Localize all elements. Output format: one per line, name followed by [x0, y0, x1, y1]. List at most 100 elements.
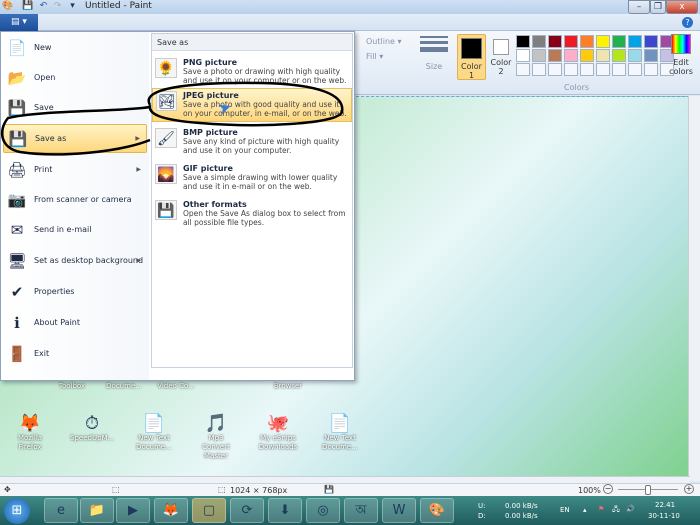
- redo-icon[interactable]: ↷: [52, 1, 63, 12]
- palette-color-swatch[interactable]: [644, 35, 658, 48]
- palette-color-swatch[interactable]: [516, 49, 530, 62]
- palette-color-swatch[interactable]: [644, 49, 658, 62]
- file-menu-item-print[interactable]: 🖨 Print ▶: [3, 155, 147, 184]
- file-menu-item-save[interactable]: 💾 Save: [3, 93, 147, 122]
- custom-color-slot[interactable]: [564, 63, 578, 76]
- show-hidden-icons[interactable]: ▴: [583, 506, 587, 514]
- palette-color-swatch[interactable]: [628, 35, 642, 48]
- menu-item-label: Set as desktop background: [34, 256, 144, 265]
- custom-color-slot[interactable]: [548, 63, 562, 76]
- desktop-icon[interactable]: 🎵 Mp3 Convert Master: [194, 413, 242, 461]
- custom-color-slot[interactable]: [596, 63, 610, 76]
- close-button[interactable]: x: [666, 0, 698, 14]
- desktop-icon[interactable]: 📄 New Text Docume...: [318, 413, 366, 461]
- clock-time[interactable]: 22.41: [655, 501, 675, 509]
- open-icon: 📂: [7, 68, 27, 87]
- edit-colors-label: Edit colors: [669, 58, 693, 76]
- palette-color-swatch[interactable]: [612, 49, 626, 62]
- edit-colors-button[interactable]: Edit colors: [665, 34, 697, 76]
- palette-color-swatch[interactable]: [532, 35, 546, 48]
- custom-color-slot[interactable]: [532, 63, 546, 76]
- minimize-button[interactable]: –: [628, 0, 650, 14]
- palette-color-swatch[interactable]: [516, 35, 530, 48]
- file-menu-button[interactable]: ▤ ▾: [0, 14, 38, 31]
- save-as-option-other-formats[interactable]: 💾 Other formats Open the Save As dialog bo…: [152, 198, 352, 232]
- customize-quick-access-icon[interactable]: ▾: [67, 1, 78, 12]
- file-menu-item-exit[interactable]: 🚪 Exit: [3, 339, 147, 368]
- desktop-icon-label: Mozilla Firefox: [17, 434, 43, 451]
- zoom-in-button[interactable]: +: [684, 484, 694, 494]
- taskbar-app-button[interactable]: W: [382, 498, 416, 523]
- custom-color-slot[interactable]: [612, 63, 626, 76]
- quick-save-icon[interactable]: 💾: [22, 1, 33, 12]
- about-paint-icon: ℹ: [14, 313, 20, 332]
- desktop-icon[interactable]: 🦊 Mozilla Firefox: [8, 413, 56, 461]
- send-in-e-mail-icon: ✉: [10, 220, 24, 239]
- palette-color-swatch[interactable]: [564, 49, 578, 62]
- size-button[interactable]: Size: [420, 36, 448, 71]
- restore-button[interactable]: ❐: [650, 0, 666, 14]
- file-menu-item-save-as[interactable]: 💾 Save as ▶: [3, 124, 147, 153]
- menu-item-label: Open: [34, 73, 56, 82]
- taskbar-app-button[interactable]: ▢: [192, 498, 226, 523]
- language-indicator[interactable]: EN: [560, 506, 570, 514]
- file-menu-item-about-paint[interactable]: ℹ About Paint: [3, 308, 147, 337]
- taskbar-app-button[interactable]: ◎: [306, 498, 340, 523]
- custom-color-slot[interactable]: [628, 63, 642, 76]
- save-as-option-jpeg-picture[interactable]: 🏞 JPEG picture Save a photo with good qual…: [152, 88, 352, 122]
- exit-icon: 🚪: [7, 344, 27, 363]
- taskbar-app-button[interactable]: ▶: [116, 498, 150, 523]
- desktop-icon[interactable]: ⏱ SpeedUpM...: [70, 413, 118, 461]
- file-menu-item-from-scanner-or-camera[interactable]: 📷 From scanner or camera: [3, 185, 147, 214]
- save-as-option-bmp-picture[interactable]: 🖌 BMP picture Save any kind of picture wit…: [152, 126, 352, 160]
- palette-color-swatch[interactable]: [596, 35, 610, 48]
- save-as-option-gif-picture[interactable]: 🌄 GIF picture Save a simple drawing with l…: [152, 162, 352, 196]
- desktop-icon[interactable]: 📄 New Text Docume...: [132, 413, 180, 461]
- palette-color-swatch[interactable]: [532, 49, 546, 62]
- taskbar-app-button[interactable]: 🦊: [154, 498, 188, 523]
- file-menu-item-properties[interactable]: ✔ Properties: [3, 277, 147, 306]
- color1-button[interactable]: Color 1: [457, 34, 486, 80]
- file-menu-item-open[interactable]: 📂 Open: [3, 63, 147, 92]
- file-menu-item-new[interactable]: 📄 New: [3, 33, 147, 62]
- network-icon[interactable]: 🖧: [612, 505, 620, 516]
- taskbar-app-button[interactable]: অ: [344, 498, 378, 523]
- color2-button[interactable]: Color 2: [489, 34, 513, 80]
- file-menu-item-set-as-desktop-background[interactable]: 🖥 Set as desktop background ▶: [3, 246, 147, 275]
- desktop-icon-label: SpeedUpM...: [70, 434, 115, 442]
- png-pictureicon: 🌻: [155, 58, 177, 78]
- submenu-arrow-icon: ▶: [136, 166, 141, 173]
- palette-color-swatch[interactable]: [548, 49, 562, 62]
- taskbar-app-button[interactable]: 📁: [80, 498, 114, 523]
- undo-icon[interactable]: ↶: [38, 1, 49, 12]
- taskbar-app-button[interactable]: 🎨: [420, 498, 454, 523]
- zoom-out-button[interactable]: −: [603, 484, 613, 494]
- palette-color-swatch[interactable]: [596, 49, 610, 62]
- palette-color-swatch[interactable]: [628, 49, 642, 62]
- taskbar-app-button[interactable]: ⬇: [268, 498, 302, 523]
- save-as-option-png-picture[interactable]: 🌻 PNG picture Save a photo or drawing with…: [152, 56, 352, 90]
- help-icon[interactable]: ?: [682, 17, 693, 28]
- palette-color-swatch[interactable]: [612, 35, 626, 48]
- custom-color-slot[interactable]: [516, 63, 530, 76]
- from-scanner-or-camera-icon: 📷: [7, 190, 27, 209]
- palette-color-swatch[interactable]: [580, 49, 594, 62]
- fill-button[interactable]: Fill ▾: [366, 52, 383, 61]
- palette-color-swatch[interactable]: [580, 35, 594, 48]
- action-center-icon[interactable]: ⚑: [598, 505, 604, 513]
- paint-app-icon[interactable]: 🎨: [2, 1, 13, 12]
- outline-button[interactable]: Outline ▾: [366, 37, 402, 46]
- vertical-scrollbar[interactable]: [688, 96, 700, 481]
- start-button[interactable]: ⊞: [4, 498, 30, 524]
- custom-color-slot[interactable]: [580, 63, 594, 76]
- taskbar-app-button[interactable]: ⟳: [230, 498, 264, 523]
- desktop-icon[interactable]: 🐙 My eSnips Downloads: [256, 413, 304, 461]
- palette-color-swatch[interactable]: [548, 35, 562, 48]
- custom-color-slot[interactable]: [644, 63, 658, 76]
- palette-color-swatch[interactable]: [564, 35, 578, 48]
- volume-icon[interactable]: 🔊: [626, 505, 635, 513]
- zoom-slider-thumb[interactable]: [645, 485, 651, 495]
- taskbar-app-button[interactable]: e: [44, 498, 78, 523]
- clock-date[interactable]: 30-11-10: [648, 512, 680, 520]
- file-menu-item-send-in-e-mail[interactable]: ✉ Send in e-mail: [3, 215, 147, 244]
